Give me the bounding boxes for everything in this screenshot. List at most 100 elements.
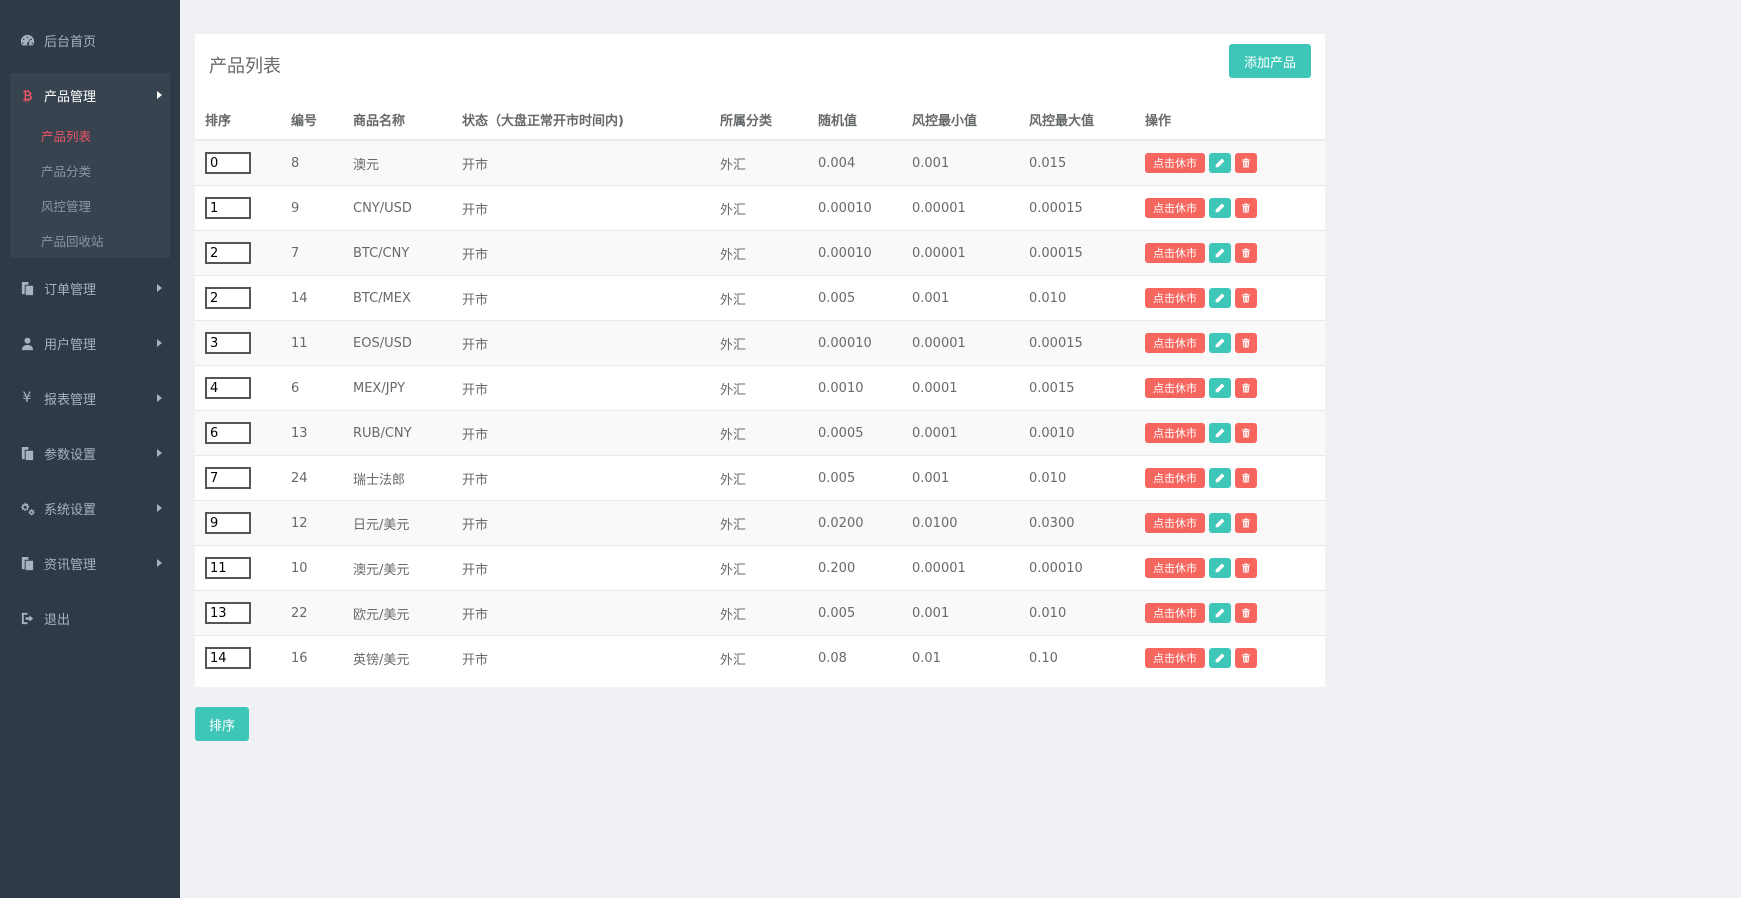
close-market-button[interactable]: 点击休市 <box>1145 153 1205 173</box>
edit-button[interactable] <box>1209 153 1231 173</box>
id-cell: 10 <box>291 545 353 591</box>
sort-order-input[interactable] <box>205 422 251 444</box>
actions-cell: 点击休市 <box>1145 185 1325 231</box>
risk-max-cell: 0.010 <box>1029 275 1145 321</box>
sidebar-item-label: 退出 <box>44 612 71 628</box>
dashboard-icon <box>19 32 35 48</box>
sort-cell <box>195 320 291 366</box>
sort-order-input[interactable] <box>205 197 251 219</box>
random-value-cell: 0.005 <box>818 275 912 321</box>
name-cell: MEX/JPY <box>353 365 462 411</box>
delete-button[interactable] <box>1235 198 1257 218</box>
delete-button[interactable] <box>1235 558 1257 578</box>
pencil-icon <box>1215 293 1225 303</box>
delete-button[interactable] <box>1235 378 1257 398</box>
delete-button[interactable] <box>1235 648 1257 668</box>
delete-button[interactable] <box>1235 468 1257 488</box>
sort-order-input[interactable] <box>205 557 251 579</box>
sidebar-item-system[interactable]: 系统设置 <box>0 493 180 523</box>
sort-order-input[interactable] <box>205 332 251 354</box>
risk-max-cell: 0.00015 <box>1029 185 1145 231</box>
sidebar-subitem-recycle-bin[interactable]: 产品回收站 <box>41 230 104 250</box>
delete-button[interactable] <box>1235 603 1257 623</box>
close-market-button[interactable]: 点击休市 <box>1145 243 1205 263</box>
sidebar-subitem-product-list[interactable]: 产品列表 <box>41 125 91 145</box>
edit-button[interactable] <box>1209 558 1231 578</box>
trash-icon <box>1242 608 1250 618</box>
edit-button[interactable] <box>1209 513 1231 533</box>
delete-button[interactable] <box>1235 333 1257 353</box>
id-cell: 6 <box>291 365 353 411</box>
column-header: 风控最小值 <box>912 99 1029 141</box>
sign-out-icon <box>19 610 35 626</box>
edit-button[interactable] <box>1209 378 1231 398</box>
risk-max-cell: 0.00015 <box>1029 320 1145 366</box>
table-row: 16英镑/美元开市外汇0.080.010.10点击休市 <box>195 635 1325 680</box>
category-cell: 外汇 <box>720 590 818 636</box>
close-market-button[interactable]: 点击休市 <box>1145 378 1205 398</box>
actions-cell: 点击休市 <box>1145 590 1325 636</box>
add-product-button[interactable]: 添加产品 <box>1229 44 1311 78</box>
pencil-icon <box>1215 518 1225 528</box>
close-market-button[interactable]: 点击休市 <box>1145 648 1205 668</box>
edit-button[interactable] <box>1209 603 1231 623</box>
sort-order-input[interactable] <box>205 287 251 309</box>
close-market-button[interactable]: 点击休市 <box>1145 198 1205 218</box>
sort-order-input[interactable] <box>205 512 251 534</box>
delete-button[interactable] <box>1235 288 1257 308</box>
trash-icon <box>1242 338 1250 348</box>
close-market-button[interactable]: 点击休市 <box>1145 288 1205 308</box>
id-cell: 8 <box>291 139 353 186</box>
delete-button[interactable] <box>1235 423 1257 443</box>
delete-button[interactable] <box>1235 153 1257 173</box>
sidebar-subitem-product-category[interactable]: 产品分类 <box>41 160 91 180</box>
edit-button[interactable] <box>1209 648 1231 668</box>
close-market-button[interactable]: 点击休市 <box>1145 423 1205 443</box>
sort-order-input[interactable] <box>205 242 251 264</box>
sort-button[interactable]: 排序 <box>195 707 249 741</box>
name-cell: 瑞士法郎 <box>353 455 462 501</box>
close-market-button[interactable]: 点击休市 <box>1145 558 1205 578</box>
chevron-right-icon <box>157 91 162 99</box>
sidebar-item-dashboard[interactable]: 后台首页 <box>0 25 180 55</box>
close-market-button[interactable]: 点击休市 <box>1145 603 1205 623</box>
sort-order-input[interactable] <box>205 152 251 174</box>
sort-order-input[interactable] <box>205 377 251 399</box>
sidebar-item-products[interactable]: 产品管理 <box>0 80 180 110</box>
user-icon <box>19 335 35 351</box>
edit-button[interactable] <box>1209 288 1231 308</box>
delete-button[interactable] <box>1235 243 1257 263</box>
product-table: 排序 编号 商品名称 状态（大盘正常开市时间内) 所属分类 随机值 风控最小值 … <box>195 99 1325 680</box>
sidebar-item-logout[interactable]: 退出 <box>0 603 180 633</box>
sidebar-item-news[interactable]: 资讯管理 <box>0 548 180 578</box>
sidebar-subitem-risk-control[interactable]: 风控管理 <box>41 195 91 215</box>
edit-button[interactable] <box>1209 198 1231 218</box>
category-cell: 外汇 <box>720 500 818 546</box>
table-row: 11EOS/USD开市外汇0.000100.000010.00015点击休市 <box>195 320 1325 366</box>
trash-icon <box>1242 653 1250 663</box>
sidebar-item-reports[interactable]: ¥ 报表管理 <box>0 383 180 413</box>
edit-button[interactable] <box>1209 468 1231 488</box>
close-market-button[interactable]: 点击休市 <box>1145 513 1205 533</box>
sort-order-input[interactable] <box>205 647 251 669</box>
page-title: 产品列表 <box>209 56 281 77</box>
sidebar-item-label: 后台首页 <box>44 34 97 50</box>
close-market-button[interactable]: 点击休市 <box>1145 333 1205 353</box>
delete-button[interactable] <box>1235 513 1257 533</box>
sidebar-item-users[interactable]: 用户管理 <box>0 328 180 358</box>
category-cell: 外汇 <box>720 635 818 680</box>
edit-button[interactable] <box>1209 243 1231 263</box>
sidebar-item-orders[interactable]: 订单管理 <box>0 273 180 303</box>
id-cell: 16 <box>291 635 353 680</box>
sidebar-item-label: 参数设置 <box>44 447 97 463</box>
edit-button[interactable] <box>1209 423 1231 443</box>
random-value-cell: 0.0200 <box>818 500 912 546</box>
edit-button[interactable] <box>1209 333 1231 353</box>
status-cell: 开市 <box>462 139 720 186</box>
sidebar-item-params[interactable]: 参数设置 <box>0 438 180 468</box>
sort-cell <box>195 545 291 591</box>
close-market-button[interactable]: 点击休市 <box>1145 468 1205 488</box>
pencil-icon <box>1215 563 1225 573</box>
sort-order-input[interactable] <box>205 602 251 624</box>
sort-order-input[interactable] <box>205 467 251 489</box>
